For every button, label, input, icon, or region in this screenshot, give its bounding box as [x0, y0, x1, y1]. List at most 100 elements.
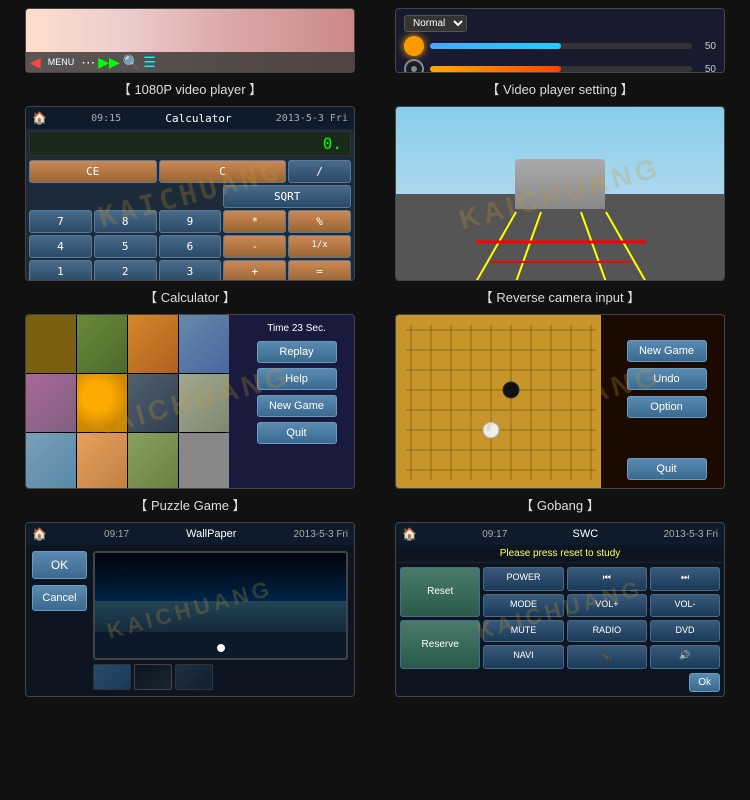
- puzzle-caption: 【 Puzzle Game 】: [134, 495, 245, 514]
- wp-topbar: 🏠 09:17 WallPaper 2013-5-3 Fri: [26, 523, 354, 545]
- quit-gobang-button[interactable]: Quit: [627, 458, 707, 480]
- tile-1[interactable]: [77, 315, 127, 373]
- wallpaper-preview[interactable]: [93, 551, 348, 660]
- add-button[interactable]: +: [223, 260, 286, 281]
- option-button[interactable]: Option: [627, 396, 707, 418]
- calc-topbar: 🏠 09:15 Calculator 2013-5-3 Fri: [26, 107, 354, 129]
- video-setting-screen: Normal 50 50: [395, 8, 725, 73]
- gobang-screen: New Game Undo Option Quit KAICHUANG: [395, 314, 725, 489]
- btn6[interactable]: 6: [159, 235, 222, 258]
- btn2[interactable]: 2: [94, 260, 157, 281]
- calculator-caption: 【 Calculator 】: [144, 287, 236, 306]
- gobang-caption: 【 Gobang 】: [520, 495, 600, 514]
- newgame-gobang-button[interactable]: New Game: [627, 340, 707, 362]
- wp-indicator-dot: [217, 644, 225, 652]
- undo-button[interactable]: Undo: [627, 368, 707, 390]
- home-icon[interactable]: 🏠: [32, 111, 47, 125]
- quit-puzzle-button[interactable]: Quit: [257, 422, 337, 444]
- btn7[interactable]: 7: [29, 210, 92, 233]
- speaker-button[interactable]: 🔊: [650, 645, 720, 669]
- swc-cell: 🏠 09:17 SWC 2013-5-3 Fri Please press re…: [378, 522, 742, 697]
- tile-10[interactable]: [128, 433, 178, 489]
- prev-track-button[interactable]: ⏮: [567, 567, 647, 591]
- vol-plus-button[interactable]: VOL+: [567, 594, 647, 617]
- btn3[interactable]: 3: [159, 260, 222, 281]
- puzzle-side: Time 23 Sec. Replay Help New Game Quit: [239, 315, 354, 489]
- tile-6[interactable]: [128, 374, 178, 432]
- phone-button[interactable]: 📞: [567, 645, 647, 669]
- wallpaper-cell: 🏠 09:17 WallPaper 2013-5-3 Fri OK Cancel: [8, 522, 372, 697]
- swc-screen: 🏠 09:17 SWC 2013-5-3 Fri Please press re…: [395, 522, 725, 697]
- thumb-2[interactable]: [134, 664, 172, 690]
- btn8[interactable]: 8: [94, 210, 157, 233]
- ce-button[interactable]: CE: [29, 160, 157, 183]
- btn1[interactable]: 1: [29, 260, 92, 281]
- tile-4[interactable]: [26, 374, 76, 432]
- wp-time: 09:17: [104, 529, 129, 540]
- ok-swc-button[interactable]: Ok: [689, 673, 720, 692]
- sub-button[interactable]: -: [223, 235, 286, 258]
- mode-select[interactable]: Normal: [404, 15, 467, 32]
- sqrt-button[interactable]: SQRT: [223, 185, 351, 208]
- swc-home-icon[interactable]: 🏠: [402, 527, 417, 541]
- saturation-value: 50: [696, 64, 716, 74]
- list-btn[interactable]: ☰: [143, 54, 156, 71]
- video-player-caption: 【 1080P video player 】: [118, 79, 262, 98]
- tile-8[interactable]: [26, 433, 76, 489]
- mode-button[interactable]: MODE: [483, 594, 563, 617]
- brightness-icon: [404, 36, 424, 56]
- puzzle-time: Time 23 Sec.: [267, 323, 326, 334]
- wallpaper-screen: 🏠 09:17 WallPaper 2013-5-3 Fri OK Cancel: [25, 522, 355, 697]
- replay-button[interactable]: Replay: [257, 341, 337, 363]
- thumb-1[interactable]: [93, 664, 131, 690]
- calc-time: 09:15: [91, 113, 121, 124]
- dots-btn[interactable]: ⋯: [81, 54, 95, 71]
- btn9[interactable]: 9: [159, 210, 222, 233]
- gobang-board[interactable]: [396, 315, 601, 489]
- brightness-bar[interactable]: [430, 43, 692, 49]
- reset-button[interactable]: Reset: [400, 567, 480, 617]
- gobang-side: New Game Undo Option Quit: [609, 315, 724, 489]
- newgame-puzzle-button[interactable]: New Game: [257, 395, 337, 417]
- navi-button[interactable]: NAVI: [483, 645, 563, 669]
- tile-5[interactable]: [77, 374, 127, 432]
- pct-button[interactable]: %: [288, 210, 351, 233]
- help-button[interactable]: Help: [257, 368, 337, 390]
- play-btn[interactable]: ▶▶: [98, 54, 120, 71]
- radio-button[interactable]: RADIO: [567, 620, 647, 643]
- ok-button[interactable]: OK: [32, 551, 87, 579]
- calc-date: 2013-5-3 Fri: [276, 113, 348, 124]
- mute-button[interactable]: MUTE: [483, 620, 563, 643]
- recip-button[interactable]: 1/x: [288, 235, 351, 258]
- wp-home-icon[interactable]: 🏠: [32, 527, 47, 541]
- calc-display: 0.: [29, 131, 351, 156]
- next-track-button[interactable]: ⏭: [650, 567, 720, 591]
- tile-9[interactable]: [77, 433, 127, 489]
- div-button[interactable]: /: [288, 160, 351, 183]
- btn4[interactable]: 4: [29, 235, 92, 258]
- video-setting-cell: Normal 50 50: [378, 8, 742, 102]
- dvd-button[interactable]: DVD: [650, 620, 720, 643]
- cancel-button[interactable]: Cancel: [32, 585, 87, 611]
- power-button[interactable]: POWER: [483, 567, 563, 591]
- c-button[interactable]: C: [159, 160, 287, 183]
- calculator-cell: 🏠 09:15 Calculator 2013-5-3 Fri 0. CE C …: [8, 106, 372, 310]
- btn5[interactable]: 5: [94, 235, 157, 258]
- menu-btn[interactable]: MENU: [44, 56, 79, 68]
- eq-button[interactable]: =: [288, 260, 351, 281]
- tile-7[interactable]: [179, 374, 229, 432]
- tile-2[interactable]: [128, 315, 178, 373]
- brightness-value: 50: [696, 41, 716, 52]
- brightness-fill: [430, 43, 561, 49]
- prev-btn[interactable]: ◀: [30, 54, 41, 71]
- tile-3[interactable]: [179, 315, 229, 373]
- search-btn[interactable]: 🔍: [123, 54, 140, 71]
- reserve-button[interactable]: Reserve: [400, 620, 480, 670]
- mul-button[interactable]: *: [223, 210, 286, 233]
- tile-11[interactable]: [179, 433, 229, 489]
- tile-0[interactable]: [26, 315, 76, 373]
- vol-minus-button[interactable]: VOL-: [650, 594, 720, 617]
- thumb-3[interactable]: [175, 664, 213, 690]
- puzzle-game-cell: Time 23 Sec. Replay Help New Game Quit K…: [8, 314, 372, 518]
- saturation-bar[interactable]: [430, 66, 692, 72]
